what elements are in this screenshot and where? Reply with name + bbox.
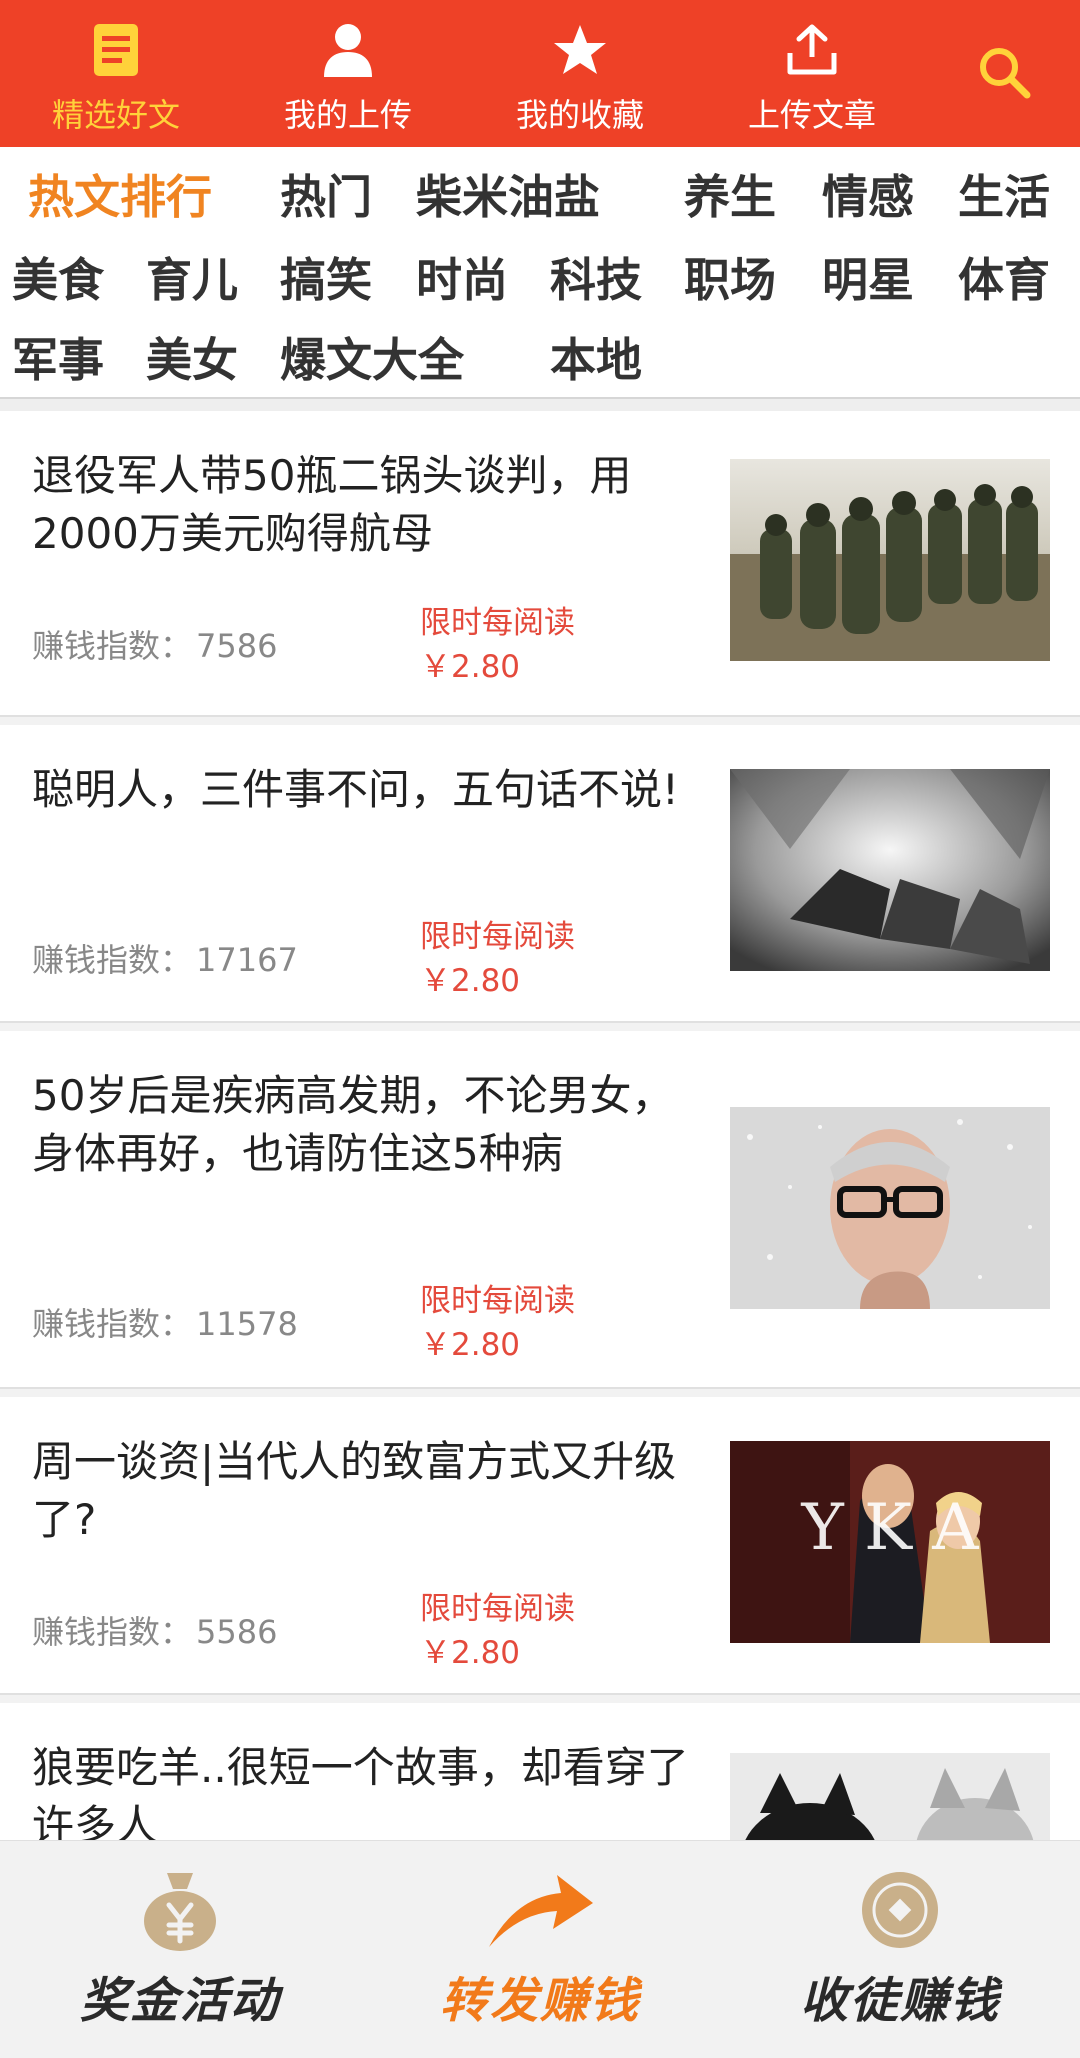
- category-tab-beauty[interactable]: 美女: [146, 330, 238, 390]
- older-man-thumbnail: [730, 1107, 1050, 1309]
- search-button[interactable]: [928, 0, 1080, 147]
- top-nav-bar: 精选好文 我的上传 我的收藏 上传文章: [0, 0, 1080, 147]
- reward-promo: 限时每阅读 ￥2.80: [420, 915, 575, 1003]
- article-card[interactable]: 周一谈资|当代人的致富方式又升级了? 赚钱指数： 5586 限时每阅读 ￥2.80…: [0, 1389, 1080, 1695]
- article-list: 退役军人带50瓶二锅头谈判，用2000万美元购得航母 赚钱指数： 7586 限时每…: [0, 411, 1080, 1995]
- category-tab-sports[interactable]: 体育: [958, 250, 1050, 310]
- category-tab-parenting[interactable]: 育儿: [146, 250, 238, 310]
- reward-amount: ￥2.80: [420, 963, 521, 999]
- thumbnail-caption: Y K A: [801, 1491, 980, 1565]
- reward-amount: ￥2.80: [420, 1327, 521, 1363]
- category-tabs: 热文排行 热门 柴米油盐 养生 情感 生活 美食 育儿 搞笑 时尚 科技 职场 …: [0, 147, 1080, 397]
- bottom-tab-bar: 奖金活动 转发赚钱 收徒赚钱: [0, 1840, 1080, 2058]
- reward-promo-label: 限时每阅读: [420, 605, 575, 641]
- earnings-index-value: 11578: [196, 1305, 298, 1343]
- upload-icon: [780, 18, 844, 82]
- reward-promo: 限时每阅读 ￥2.80: [420, 601, 575, 689]
- category-tab-tech[interactable]: 科技: [550, 250, 642, 310]
- top-nav-label: 我的上传: [283, 96, 412, 134]
- category-tab-funny[interactable]: 搞笑: [280, 250, 372, 310]
- star-icon: [548, 18, 612, 82]
- money-bag-icon: [125, 1865, 235, 1955]
- article-title: 周一谈资|当代人的致富方式又升级了?: [32, 1437, 677, 1544]
- earnings-index: 赚钱指数： 5586: [32, 1607, 277, 1653]
- user-icon: [316, 18, 380, 82]
- article-title: 狼要吃羊..很短一个故事，却看穿了许多人: [32, 1743, 689, 1850]
- top-nav-featured[interactable]: 精选好文: [0, 0, 232, 147]
- article-card[interactable]: 聪明人，三件事不问，五句话不说! 赚钱指数： 17167 限时每阅读 ￥2.80: [0, 717, 1080, 1023]
- category-tab-fashion[interactable]: 时尚: [416, 250, 508, 310]
- earnings-index: 赚钱指数： 7586: [32, 621, 277, 667]
- reward-promo-label: 限时每阅读: [420, 919, 575, 955]
- category-tab-daily-life[interactable]: 柴米油盐: [416, 167, 600, 227]
- category-tab-hot-ranking[interactable]: 热文排行: [28, 167, 212, 227]
- earnings-index-value: 17167: [196, 941, 298, 979]
- category-tab-workplace[interactable]: 职场: [684, 250, 776, 310]
- earnings-index-value: 5586: [196, 1613, 278, 1651]
- top-nav-label: 精选好文: [51, 96, 180, 134]
- category-tab-hot[interactable]: 热门: [280, 167, 372, 227]
- search-icon: [976, 44, 1032, 104]
- earnings-index-label: 赚钱指数：: [32, 1613, 193, 1651]
- category-tab-local[interactable]: 本地: [550, 330, 642, 390]
- reward-amount: ￥2.80: [420, 1635, 521, 1671]
- bottom-tab-label: 转发赚钱: [439, 1973, 640, 2029]
- tab-bonus-activities[interactable]: 奖金活动: [0, 1841, 360, 2058]
- category-tab-food[interactable]: 美食: [12, 250, 104, 310]
- top-nav-my-uploads[interactable]: 我的上传: [232, 0, 464, 147]
- top-nav-my-favorites[interactable]: 我的收藏: [464, 0, 696, 147]
- document-icon: [84, 18, 148, 82]
- top-nav-upload-article[interactable]: 上传文章: [696, 0, 928, 147]
- category-tab-emotion[interactable]: 情感: [822, 167, 914, 227]
- earnings-index: 赚钱指数： 17167: [32, 935, 298, 981]
- tab-recruit-to-earn[interactable]: 收徒赚钱: [720, 1841, 1080, 2058]
- article-card[interactable]: 50岁后是疾病高发期，不论男女，身体再好，也请防住这5种病 赚钱指数： 11578…: [0, 1023, 1080, 1389]
- article-title: 50岁后是疾病高发期，不论男女，身体再好，也请防住这5种病: [32, 1071, 674, 1178]
- bottom-tab-label: 收徒赚钱: [799, 1973, 1000, 2029]
- category-tab-viral-collection[interactable]: 爆文大全: [280, 330, 464, 390]
- earnings-index-label: 赚钱指数：: [32, 941, 193, 979]
- category-tab-celebrity[interactable]: 明星: [822, 250, 914, 310]
- soldiers-thumbnail: [730, 459, 1050, 661]
- category-tab-health[interactable]: 养生: [684, 167, 776, 227]
- tab-share-to-earn[interactable]: 转发赚钱: [360, 1841, 720, 2058]
- section-divider: [0, 397, 1080, 411]
- article-card[interactable]: 退役军人带50瓶二锅头谈判，用2000万美元购得航母 赚钱指数： 7586 限时每…: [0, 411, 1080, 717]
- top-nav-label: 我的收藏: [515, 96, 644, 134]
- coin-icon: [845, 1865, 955, 1955]
- reward-promo-label: 限时每阅读: [420, 1591, 575, 1627]
- earnings-index-value: 7586: [196, 627, 278, 665]
- bottom-tab-label: 奖金活动: [79, 1973, 280, 2029]
- earnings-index: 赚钱指数： 11578: [32, 1299, 298, 1345]
- category-tab-military[interactable]: 军事: [12, 330, 104, 390]
- article-title: 聪明人，三件事不问，五句话不说!: [32, 765, 679, 814]
- reward-amount: ￥2.80: [420, 649, 521, 685]
- article-title: 退役军人带50瓶二锅头谈判，用2000万美元购得航母: [32, 451, 632, 558]
- category-tab-lifestyle[interactable]: 生活: [958, 167, 1050, 227]
- abstract-rocks-thumbnail: [730, 769, 1050, 971]
- share-arrow-icon: [485, 1865, 595, 1955]
- top-nav-label: 上传文章: [747, 96, 876, 134]
- movie-couple-thumbnail: Y K A: [730, 1441, 1050, 1643]
- reward-promo: 限时每阅读 ￥2.80: [420, 1587, 575, 1675]
- earnings-index-label: 赚钱指数：: [32, 1305, 193, 1343]
- reward-promo-label: 限时每阅读: [420, 1283, 575, 1319]
- reward-promo: 限时每阅读 ￥2.80: [420, 1279, 575, 1367]
- earnings-index-label: 赚钱指数：: [32, 627, 193, 665]
